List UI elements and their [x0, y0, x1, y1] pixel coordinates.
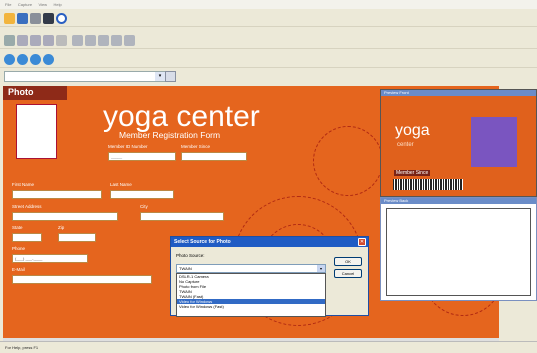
save-icon[interactable] — [17, 13, 28, 24]
member-since-field[interactable] — [181, 152, 247, 161]
preview-member-since: Member Since — [394, 170, 431, 176]
city-field[interactable] — [140, 212, 224, 221]
street-address-field[interactable] — [12, 212, 118, 221]
zoom-out-icon[interactable] — [30, 54, 41, 65]
last-name-field[interactable] — [110, 190, 174, 199]
status-bar: For Help, press F1 — [0, 341, 537, 353]
member-since-label: Member Since — [181, 144, 211, 149]
photo-source-value: TWAIN — [179, 266, 192, 271]
ok-button[interactable]: OK — [334, 257, 362, 266]
state-field[interactable] — [12, 233, 42, 242]
dialog-title-bar: Select Source for Photo ✕ — [171, 237, 368, 247]
zip-label: Zip — [58, 225, 65, 230]
phone-label: Phone — [12, 246, 26, 251]
preview-front-header: Preview Front — [381, 90, 536, 96]
menu-file[interactable]: File — [5, 0, 11, 9]
layout-combo[interactable]: ▾ — [4, 71, 166, 82]
email-field[interactable] — [12, 275, 152, 284]
card-subtitle: Member Registration Form — [119, 130, 221, 140]
preview-back-panel: Preview Back — [380, 197, 537, 301]
street-address-label: Street Address — [12, 204, 42, 209]
photo-source-select[interactable]: TWAIN ▾ — [176, 264, 326, 273]
brush-icon[interactable] — [17, 35, 28, 46]
open-icon[interactable] — [4, 13, 15, 24]
camera-icon[interactable] — [43, 13, 54, 24]
pen-icon[interactable] — [30, 35, 41, 46]
help-icon[interactable] — [56, 13, 67, 24]
preview-front-panel: Preview Front yoga center Member Since — [380, 89, 537, 197]
select-source-dialog: Select Source for Photo ✕ Photo Source: … — [170, 236, 369, 317]
preview-back-header: Preview Back — [381, 198, 536, 204]
preview-logo-sub: center — [397, 142, 414, 148]
member-id-label: Member ID Number — [108, 144, 148, 149]
chevron-down-icon[interactable]: ▾ — [155, 72, 165, 81]
card-title: yoga center — [103, 100, 260, 133]
preview-back-area — [386, 208, 531, 296]
status-text: For Help, press F1 — [5, 345, 39, 350]
photo-label: Photo — [8, 87, 34, 97]
first-name-field[interactable] — [12, 190, 102, 199]
apply-icon[interactable] — [165, 71, 176, 82]
pointer-icon[interactable] — [4, 35, 15, 46]
edit-toolbar — [0, 32, 537, 49]
align-bottom-icon[interactable] — [124, 35, 135, 46]
dialog-title: Select Source for Photo — [174, 239, 231, 245]
option-video-windows-fast[interactable]: Video for Windows (Fast) — [177, 304, 325, 309]
zoom-in-icon[interactable] — [17, 54, 28, 65]
phone-field[interactable]: (___) ___-____ — [12, 254, 88, 263]
menu-capture[interactable]: Capture — [18, 0, 32, 9]
last-name-label: Last Name — [110, 182, 132, 187]
preview-front-title: Preview Front — [384, 90, 409, 95]
menu-view[interactable]: View — [38, 0, 47, 9]
close-icon[interactable]: ✕ — [358, 238, 366, 246]
member-id-field[interactable]: _____ — [108, 152, 176, 161]
flower-decoration — [313, 126, 383, 196]
photo-header: Photo — [3, 86, 67, 100]
photo-source-label: Photo Source: — [176, 253, 205, 258]
delete-icon[interactable] — [56, 35, 67, 46]
align-top-icon[interactable] — [111, 35, 122, 46]
state-label: State — [12, 225, 23, 230]
first-name-label: First Name — [12, 182, 35, 187]
menu-help[interactable]: Help — [53, 0, 61, 9]
zip-field[interactable] — [58, 233, 96, 242]
preview-barcode — [393, 179, 463, 190]
align-right-icon[interactable] — [98, 35, 109, 46]
preview-photo — [471, 117, 517, 167]
city-label: City — [140, 204, 148, 209]
chevron-down-icon[interactable]: ▾ — [317, 265, 325, 272]
photo-source-list[interactable]: DSLR-1 Camera No Capture Photo from File… — [176, 273, 326, 317]
preview-back-title: Preview Back — [384, 198, 409, 203]
email-label: E-Mail — [12, 267, 25, 272]
print-icon[interactable] — [30, 13, 41, 24]
preview-logo: yoga — [395, 122, 430, 139]
menu-bar: File Capture View Help — [0, 0, 537, 9]
view-toolbar — [0, 51, 537, 68]
photo-frame[interactable] — [16, 104, 57, 159]
align-center-icon[interactable] — [85, 35, 96, 46]
align-left-icon[interactable] — [72, 35, 83, 46]
main-toolbar — [0, 10, 537, 27]
disk-icon[interactable] — [43, 35, 54, 46]
rotate-icon[interactable] — [43, 54, 54, 65]
cancel-button[interactable]: Cancel — [334, 269, 362, 278]
refresh-icon[interactable] — [4, 54, 15, 65]
